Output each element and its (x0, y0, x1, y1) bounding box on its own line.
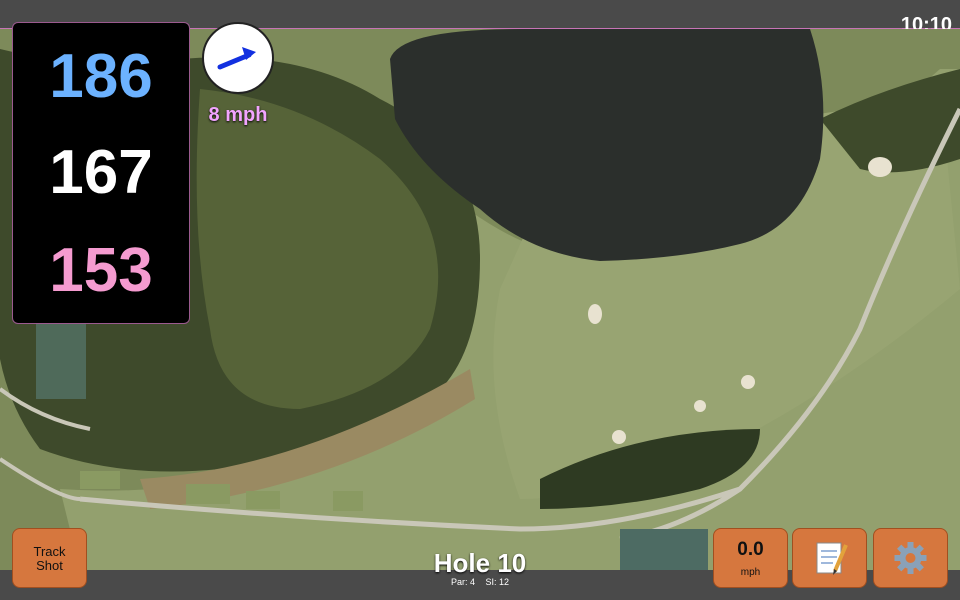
track-shot-label-1: Track (33, 544, 66, 559)
arrow-icon (217, 47, 256, 70)
notes-button[interactable] (792, 528, 867, 588)
notepad-icon (816, 542, 848, 575)
speed-button[interactable]: 0.0 mph (713, 528, 788, 588)
gear-icon (894, 542, 927, 574)
hole-par: Par: 4 (450, 577, 475, 587)
middle-distance: 167 (49, 138, 153, 207)
track-shot-label-2: Shot (36, 558, 63, 573)
hole-title: Hole 10 (433, 548, 527, 578)
hole-meta: Par: 4 SI: 12 (380, 577, 580, 587)
speed-value: 0.0 (737, 539, 764, 560)
front-distance: 153 (49, 236, 153, 305)
track-shot-button[interactable]: Track Shot (12, 528, 87, 588)
speed-unit: mph (740, 567, 761, 578)
wind-speed: 8 mph (208, 104, 268, 126)
wind-indicator (202, 22, 274, 94)
hole-si: SI: 12 (485, 577, 510, 587)
back-distance: 186 (49, 42, 153, 111)
distance-panel: 186 167 153 (12, 22, 190, 324)
settings-button[interactable] (873, 528, 948, 588)
